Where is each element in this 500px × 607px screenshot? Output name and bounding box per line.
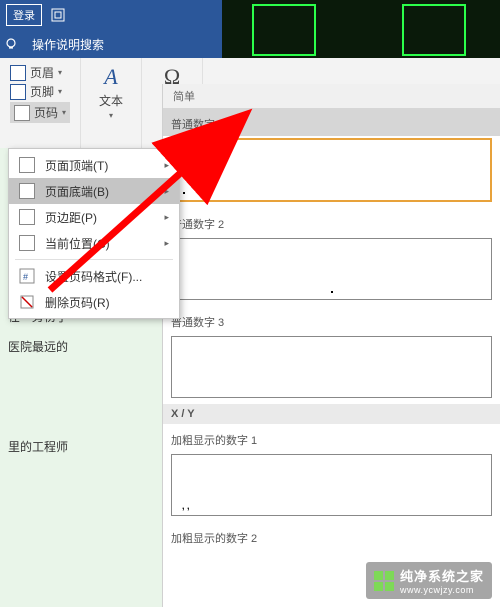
watermark: 纯净系统之家 www.ycwjzy.com	[366, 562, 492, 599]
gallery-item-plain-1[interactable]: 普通数字 1	[163, 108, 500, 202]
textbox-button[interactable]: A 文本 ▾	[91, 64, 131, 120]
footer-icon	[10, 84, 26, 100]
menu-format-page-numbers[interactable]: # 设置页码格式(F)...	[9, 263, 179, 289]
page-top-icon	[19, 157, 35, 173]
gallery-section-simple: 简单	[163, 84, 500, 108]
current-position-icon	[19, 235, 35, 251]
footer-button[interactable]: 页脚▾	[10, 83, 70, 100]
ribbon-group-text: A 文本 ▾	[81, 58, 142, 148]
doc-text: 医院最远的	[0, 338, 68, 355]
menu-page-top[interactable]: 页面顶端(T)▸	[9, 152, 179, 178]
maximize-ribbon-icon[interactable]	[50, 7, 66, 23]
menu-page-margins[interactable]: 页边距(P)▸	[9, 204, 179, 230]
gallery-thumbnail: , ,	[171, 454, 492, 516]
chevron-right-icon: ▸	[164, 186, 169, 197]
login-button[interactable]: 登录	[6, 4, 42, 26]
menu-current-position[interactable]: 当前位置(C)▸	[9, 230, 179, 256]
menu-separator	[15, 259, 173, 260]
gallery-thumbnail	[171, 238, 492, 300]
gallery-thumbnail	[171, 138, 492, 202]
gallery-item-plain-2[interactable]: 普通数字 2	[163, 208, 500, 300]
gallery-section-xy: X / Y	[163, 404, 500, 424]
gallery-thumbnail	[171, 336, 492, 398]
remove-icon	[19, 294, 35, 310]
page-margins-icon	[19, 209, 35, 225]
background-image	[222, 0, 500, 58]
menu-page-bottom[interactable]: 页面底端(B)▸	[9, 178, 179, 204]
page-number-dropdown: 页面顶端(T)▸ 页面底端(B)▸ 页边距(P)▸ 当前位置(C)▸ # 设置页…	[8, 148, 180, 319]
page-number-icon	[14, 105, 30, 121]
doc-text: 里的工程师	[0, 438, 68, 455]
menu-remove-page-numbers[interactable]: 删除页码(R)	[9, 289, 179, 315]
format-icon: #	[19, 268, 35, 284]
watermark-name: 纯净系统之家	[400, 569, 484, 584]
tell-me-search[interactable]: 操作说明搜索	[32, 36, 104, 53]
chevron-right-icon: ▸	[164, 160, 169, 171]
page-number-gallery: 简单 普通数字 1 普通数字 2 普通数字 3 X / Y 加粗显示的数字 1 …	[162, 84, 500, 607]
page-number-button[interactable]: 页码▾	[10, 102, 70, 123]
chevron-right-icon: ▸	[164, 238, 169, 249]
gallery-item-bold-2[interactable]: 加粗显示的数字 2	[163, 522, 500, 550]
watermark-url: www.ycwjzy.com	[400, 585, 484, 595]
lightbulb-icon	[4, 37, 18, 51]
header-button[interactable]: 页眉▾	[10, 64, 70, 81]
header-icon	[10, 65, 26, 81]
watermark-logo-icon	[374, 571, 394, 591]
gallery-item-plain-3[interactable]: 普通数字 3	[163, 306, 500, 398]
svg-text:#: #	[23, 272, 28, 282]
ribbon-group-header-footer: 页眉▾ 页脚▾ 页码▾	[0, 58, 81, 148]
gallery-item-bold-1[interactable]: 加粗显示的数字 1 , ,	[163, 424, 500, 516]
page-bottom-icon	[19, 183, 35, 199]
chevron-right-icon: ▸	[164, 212, 169, 223]
textbox-icon: A	[104, 64, 117, 90]
